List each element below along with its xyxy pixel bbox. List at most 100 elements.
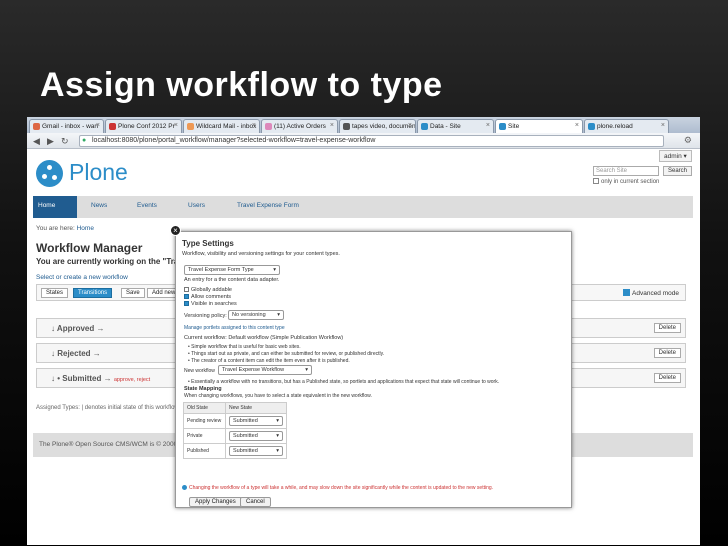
new-workflow-desc: • Essentially a workflow with no transit…	[188, 379, 500, 385]
transitions-button[interactable]: Transitions	[73, 288, 113, 298]
checkbox-row[interactable]: Visible in searches	[184, 301, 237, 307]
delete-state-button[interactable]: Delete	[653, 348, 681, 358]
checkbox-checked-icon[interactable]	[184, 301, 189, 306]
close-tab-icon[interactable]: ×	[96, 122, 100, 129]
user-menu-button[interactable]: admin ▾	[659, 150, 692, 162]
select-workflow-link[interactable]: Select or create a new workflow	[36, 274, 128, 281]
browser-tab[interactable]: tapes video, documen ×	[339, 119, 416, 133]
state-label: ↓ Approved →	[51, 324, 104, 333]
page-subtitle: You are currently working on the "Tra	[36, 257, 179, 266]
new-state-select[interactable]: Submitted ▾	[229, 416, 283, 426]
slide-title: Assign workflow to type	[40, 66, 443, 104]
search-only-section[interactable]: only in current section	[593, 178, 659, 185]
checkbox-checked-icon[interactable]	[184, 294, 189, 299]
checkbox-label: Allow comments	[191, 294, 232, 300]
tab-strip: Gmail - inbox - wan × Plone Conf 2012 Pr ×…	[27, 117, 700, 133]
type-settings-modal: Type Settings Workflow, visibility and v…	[175, 231, 572, 508]
gmail-favicon-icon	[33, 123, 40, 130]
video-favicon-icon	[343, 123, 350, 130]
nav-item-news[interactable]: News	[91, 202, 107, 209]
browser-tab[interactable]: Plone Conf 2012 Pr ×	[105, 119, 182, 133]
state-name: ↓ Rejected →	[51, 349, 101, 358]
column-header: New State	[225, 402, 287, 414]
checkbox-icon[interactable]	[593, 178, 599, 184]
new-workflow-select[interactable]: Travel Expense Workflow ▾	[218, 365, 312, 375]
manage-portlets-link[interactable]: Manage portlets assigned to this content…	[184, 325, 285, 331]
tab-label: tapes video, documen	[352, 123, 416, 130]
breadcrumb-home-link[interactable]: Home	[77, 225, 94, 232]
checkbox-row[interactable]: Globally addable	[184, 287, 232, 293]
table-row: Pending review Submitted ▾	[183, 413, 287, 429]
warning-message: Changing the workflow of a type will tak…	[182, 485, 493, 491]
checkbox-label: Visible in searches	[191, 301, 237, 307]
forward-icon[interactable]: ▶	[47, 136, 54, 147]
close-tab-icon[interactable]: ×	[408, 122, 412, 129]
old-state-cell: Pending review	[183, 413, 226, 429]
page-icon: ●	[82, 137, 87, 144]
nav-item-events[interactable]: Events	[137, 202, 157, 209]
url-text: localhost:8080/plone/portal_workflow/man…	[92, 137, 376, 144]
search-input[interactable]: Search Site	[593, 166, 659, 176]
delete-state-button[interactable]: Delete	[653, 323, 681, 333]
plone-favicon-icon	[421, 123, 428, 130]
apply-changes-button[interactable]: Apply Changes	[189, 497, 242, 507]
browser-tab[interactable]: Data - Site ×	[417, 119, 494, 133]
new-state-value: Submitted	[233, 418, 258, 424]
nav-item-home[interactable]: Home	[33, 196, 77, 218]
new-workflow-value: Travel Expense Workflow	[222, 367, 285, 373]
versioning-value: No versioning	[232, 312, 266, 318]
nav-item-users[interactable]: Users	[188, 202, 205, 209]
versioning-select[interactable]: No versioning ▾	[228, 310, 284, 320]
breadcrumb-prefix: You are here:	[36, 225, 75, 232]
new-state-select[interactable]: Submitted ▾	[229, 431, 283, 441]
new-state-select[interactable]: Submitted ▾	[229, 446, 283, 456]
browser-tab[interactable]: (11) Active Orders ×	[261, 119, 338, 133]
chevron-down-icon: ▾	[276, 448, 279, 454]
cancel-button[interactable]: Cancel	[240, 497, 271, 507]
search-button[interactable]: Search	[663, 166, 693, 176]
mail-favicon-icon	[187, 123, 194, 130]
table-row: Private Submitted ▾	[183, 428, 287, 444]
state-transitions: approve, reject	[113, 377, 151, 383]
close-icon[interactable]: ×	[170, 225, 181, 236]
close-tab-icon[interactable]: ×	[174, 122, 178, 129]
type-select[interactable]: Travel Expense Form Type ▾	[184, 265, 280, 275]
new-state-value: Submitted	[233, 448, 258, 454]
chevron-down-icon: ▾	[273, 267, 276, 273]
browser-tab[interactable]: Gmail - inbox - wan ×	[29, 119, 104, 133]
old-state-cell: Private	[183, 428, 226, 444]
checkbox-row[interactable]: Allow comments	[184, 294, 231, 300]
new-workflow-label: New workflow	[184, 368, 215, 374]
close-tab-icon[interactable]: ×	[330, 122, 334, 129]
close-tab-icon[interactable]: ×	[486, 122, 490, 129]
workflow-bullet: • Things start out as private, and can e…	[188, 351, 385, 357]
checkbox-checked-icon[interactable]	[623, 289, 631, 296]
current-workflow: Current workflow: Default workflow (Simp…	[184, 335, 344, 341]
browser-tab[interactable]: Wildcard Mail - inbox ×	[183, 119, 260, 133]
checkbox-icon[interactable]	[184, 287, 189, 292]
tab-label: plone.reload	[597, 123, 633, 130]
state-mapping-table: Old State New State Pending review Submi…	[183, 402, 287, 459]
delete-state-button[interactable]: Delete	[653, 373, 681, 383]
advanced-mode-toggle[interactable]: Advanced mode	[623, 289, 679, 297]
back-icon[interactable]: ◀	[33, 136, 40, 147]
new-state-cell: Submitted ▾	[225, 428, 287, 444]
states-button[interactable]: States	[41, 288, 69, 298]
address-bar[interactable]: ● localhost:8080/plone/portal_workflow/m…	[79, 135, 664, 147]
reload-icon[interactable]: ↻	[61, 136, 69, 147]
state-label: ↓ • Submitted → approve, reject	[51, 374, 150, 383]
advanced-mode-label: Advanced mode	[632, 290, 679, 297]
close-tab-icon[interactable]: ×	[252, 122, 256, 129]
wrench-icon[interactable]: ⚙	[684, 135, 692, 146]
assigned-types: Assigned Types: | denotes initial state …	[36, 405, 179, 411]
plone-logo-icon	[36, 160, 63, 187]
close-tab-icon[interactable]: ×	[661, 122, 665, 129]
table-header-row: Old State New State	[183, 402, 287, 414]
state-label: ↓ Rejected →	[51, 349, 101, 358]
plone-favicon-icon	[499, 123, 506, 130]
close-tab-icon[interactable]: ×	[575, 122, 579, 129]
browser-tab-active[interactable]: Site ×	[495, 119, 583, 133]
browser-tab[interactable]: plone.reload ×	[584, 119, 669, 133]
nav-item-travel-expense-form[interactable]: Travel Expense Form	[237, 202, 299, 209]
save-button[interactable]: Save	[121, 288, 145, 298]
